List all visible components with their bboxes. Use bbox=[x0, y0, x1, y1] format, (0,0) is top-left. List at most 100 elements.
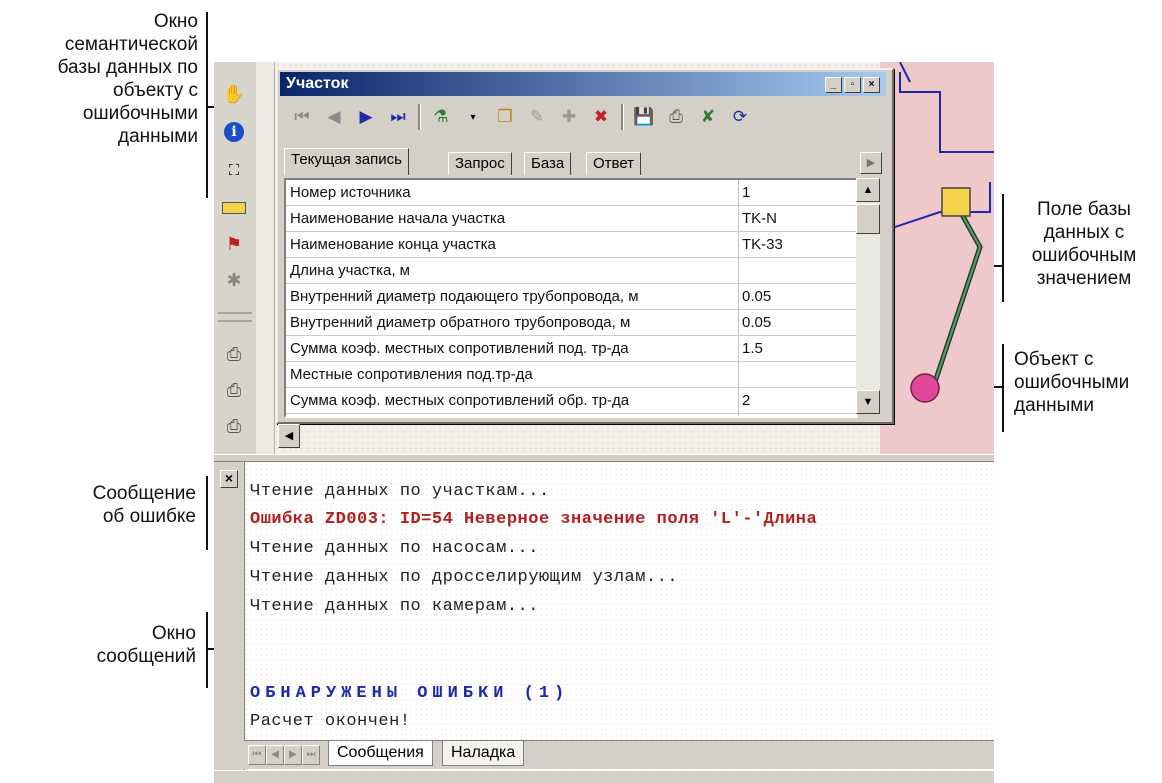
field-name: Номер источника bbox=[290, 184, 411, 201]
window-controls: _ ▫ × bbox=[825, 77, 880, 93]
prev-record-icon[interactable]: ◀ bbox=[322, 105, 346, 129]
field-value[interactable]: 1.5 bbox=[742, 336, 852, 361]
dropdown-arrow-icon[interactable]: ▾ bbox=[461, 105, 485, 129]
grid-row[interactable]: Внутренний диаметр подающего трубопровод… bbox=[286, 284, 856, 310]
grid-row[interactable]: Наименование конца участка TK-33 bbox=[286, 232, 856, 258]
tab-messages[interactable]: Сообщения bbox=[328, 741, 433, 766]
window-title-bar[interactable]: Участок _ ▫ × bbox=[280, 72, 886, 96]
maximize-button[interactable]: ▫ bbox=[844, 77, 861, 93]
copy-record-icon[interactable]: ❐ bbox=[493, 105, 517, 129]
field-name: Местные сопротивления под.тр-да bbox=[290, 366, 533, 383]
print-setup-icon[interactable]: ⎙ bbox=[222, 414, 246, 438]
callout-line: базы данных по bbox=[57, 57, 198, 78]
first-record-icon[interactable]: ⏮ bbox=[290, 105, 314, 129]
first-tab-button[interactable]: ⏮ bbox=[248, 745, 266, 765]
tab-base[interactable]: База bbox=[524, 152, 572, 175]
filter-icon[interactable]: ⚗ bbox=[429, 105, 453, 129]
pipe-node bbox=[941, 187, 971, 217]
print-icon[interactable]: ⎙ bbox=[664, 105, 688, 129]
scroll-up-button[interactable]: ▲ bbox=[856, 178, 880, 202]
map-street bbox=[899, 72, 994, 153]
map-street bbox=[899, 62, 911, 83]
tab-scroll-right-button[interactable]: ▶ bbox=[860, 152, 882, 174]
grid-row[interactable]: Сумма коэф. местных сопротивлений обр. т… bbox=[286, 388, 856, 414]
callout-error-message: Сообщение об ошибке bbox=[20, 482, 196, 528]
select-icon[interactable]: ⛶ bbox=[222, 158, 246, 182]
grid-row-error-field[interactable]: Длина участка, м bbox=[286, 258, 856, 284]
field-name: Внутренний диаметр подающего трубопровод… bbox=[290, 288, 639, 305]
error-message-line[interactable]: Ошибка ZD003: ID=54 Неверное значение по… bbox=[250, 510, 817, 529]
insert-record-icon[interactable]: ✚ bbox=[557, 105, 581, 129]
grid-vertical-scrollbar[interactable]: ▲ ▼ bbox=[856, 178, 880, 414]
field-value[interactable]: 0.05 bbox=[742, 310, 852, 335]
map-network bbox=[880, 62, 994, 403]
toolbar-separator bbox=[218, 320, 252, 322]
callout-line: значением bbox=[1036, 268, 1132, 289]
callout-line: Поле базы bbox=[1037, 199, 1131, 220]
left-toolbar: ✋ i ⛶ ⚑ ✱ ⎙ ⎙ ⎙ bbox=[214, 62, 257, 454]
message-line: Расчет окончен! bbox=[250, 712, 411, 731]
close-messages-button[interactable]: × bbox=[220, 470, 238, 488]
callout-line: Окно bbox=[153, 11, 198, 32]
callout-bracket bbox=[206, 12, 208, 198]
semantic-db-window: Участок _ ▫ × ⏮ ◀ ▶ ⏭ ⚗ ▾ ❐ ✎ ✚ ✖ 💾 ⎙ ✘ … bbox=[276, 68, 894, 424]
last-record-icon[interactable]: ⏭ bbox=[386, 105, 410, 129]
grid-row[interactable]: Внутренний диаметр обратного трубопровод… bbox=[286, 310, 856, 336]
toolbar-separator bbox=[418, 104, 421, 130]
map-scroll-left-button[interactable]: ◀ bbox=[278, 424, 300, 448]
window-title: Участок bbox=[286, 75, 349, 92]
print-icon[interactable]: ⎙ bbox=[222, 342, 246, 366]
minimize-button[interactable]: _ bbox=[825, 77, 842, 93]
message-line: Чтение данных по участкам... bbox=[250, 482, 550, 501]
field-value[interactable]: TK-33 bbox=[742, 232, 852, 257]
scroll-thumb[interactable] bbox=[856, 204, 880, 234]
errors-found-line: ОБНАРУЖЕНЫ ОШИБКИ (1) bbox=[250, 684, 570, 703]
callout-line: данных с bbox=[1043, 222, 1125, 243]
edit-record-icon[interactable]: ✎ bbox=[525, 105, 549, 129]
window-splitter[interactable] bbox=[214, 454, 994, 462]
grid-row[interactable]: Наименование начала участка TK-N bbox=[286, 206, 856, 232]
callout-bracket bbox=[206, 476, 208, 550]
next-record-icon[interactable]: ▶ bbox=[354, 105, 378, 129]
close-button[interactable]: × bbox=[863, 77, 880, 93]
callout-line: ошибочными bbox=[1014, 372, 1130, 393]
refresh-icon[interactable]: ⟳ bbox=[728, 105, 752, 129]
field-value[interactable]: 2 bbox=[742, 388, 852, 413]
delete-record-icon[interactable]: ✖ bbox=[589, 105, 613, 129]
next-tab-button[interactable]: ▶ bbox=[284, 745, 302, 765]
hand-icon[interactable]: ✋ bbox=[222, 82, 246, 106]
message-tabs-bar: ⏮ ◀ ▶ ⏭ Сообщения Наладка bbox=[244, 740, 994, 769]
field-value[interactable]: 0.05 bbox=[742, 284, 852, 309]
prev-tab-button[interactable]: ◀ bbox=[266, 745, 284, 765]
grid-row[interactable]: Номер источника 1 bbox=[286, 180, 856, 206]
scroll-down-button[interactable]: ▼ bbox=[856, 390, 880, 414]
callout-line: ошибочными bbox=[82, 103, 198, 124]
callout-line: Сообщение bbox=[92, 483, 196, 504]
node-icon[interactable]: ✱ bbox=[222, 268, 246, 292]
flag-icon[interactable]: ⚑ bbox=[222, 232, 246, 256]
last-tab-button[interactable]: ⏭ bbox=[302, 745, 320, 765]
save-icon[interactable]: 💾 bbox=[632, 105, 656, 129]
grid-row[interactable]: Сумма коэф. местных сопротивлений под. т… bbox=[286, 336, 856, 362]
field-name: Наименование начала участка bbox=[290, 210, 506, 227]
excel-export-icon[interactable]: ✘ bbox=[696, 105, 720, 129]
ruler-icon[interactable] bbox=[222, 196, 246, 220]
tab-query[interactable]: Запрос bbox=[448, 152, 512, 175]
callout-line: об ошибке bbox=[102, 506, 196, 527]
message-line: Чтение данных по насосам... bbox=[250, 539, 539, 558]
tab-answer[interactable]: Ответ bbox=[586, 152, 642, 175]
info-icon[interactable]: i bbox=[222, 120, 246, 144]
status-strip bbox=[214, 770, 994, 783]
db-toolbar: ⏮ ◀ ▶ ⏭ ⚗ ▾ ❐ ✎ ✚ ✖ 💾 ⎙ ✘ ⟳ bbox=[282, 100, 886, 134]
callout-line: Объект с bbox=[1014, 349, 1094, 370]
tab-debug[interactable]: Наладка bbox=[442, 741, 525, 766]
callout-field: Поле базы данных с ошибочным значением bbox=[1014, 198, 1154, 290]
field-value[interactable]: 1 bbox=[742, 180, 852, 205]
message-line: Чтение данных по дросселирующим узлам... bbox=[250, 568, 679, 587]
grid-row[interactable]: Местные сопротивления под.тр-да bbox=[286, 362, 856, 388]
field-value[interactable]: TK-N bbox=[742, 206, 852, 231]
callout-bracket bbox=[206, 612, 208, 688]
print-preview-icon[interactable]: ⎙ bbox=[222, 378, 246, 402]
field-name: Внутренний диаметр обратного трубопровод… bbox=[290, 314, 631, 331]
tab-current-record[interactable]: Текущая запись bbox=[284, 148, 409, 175]
